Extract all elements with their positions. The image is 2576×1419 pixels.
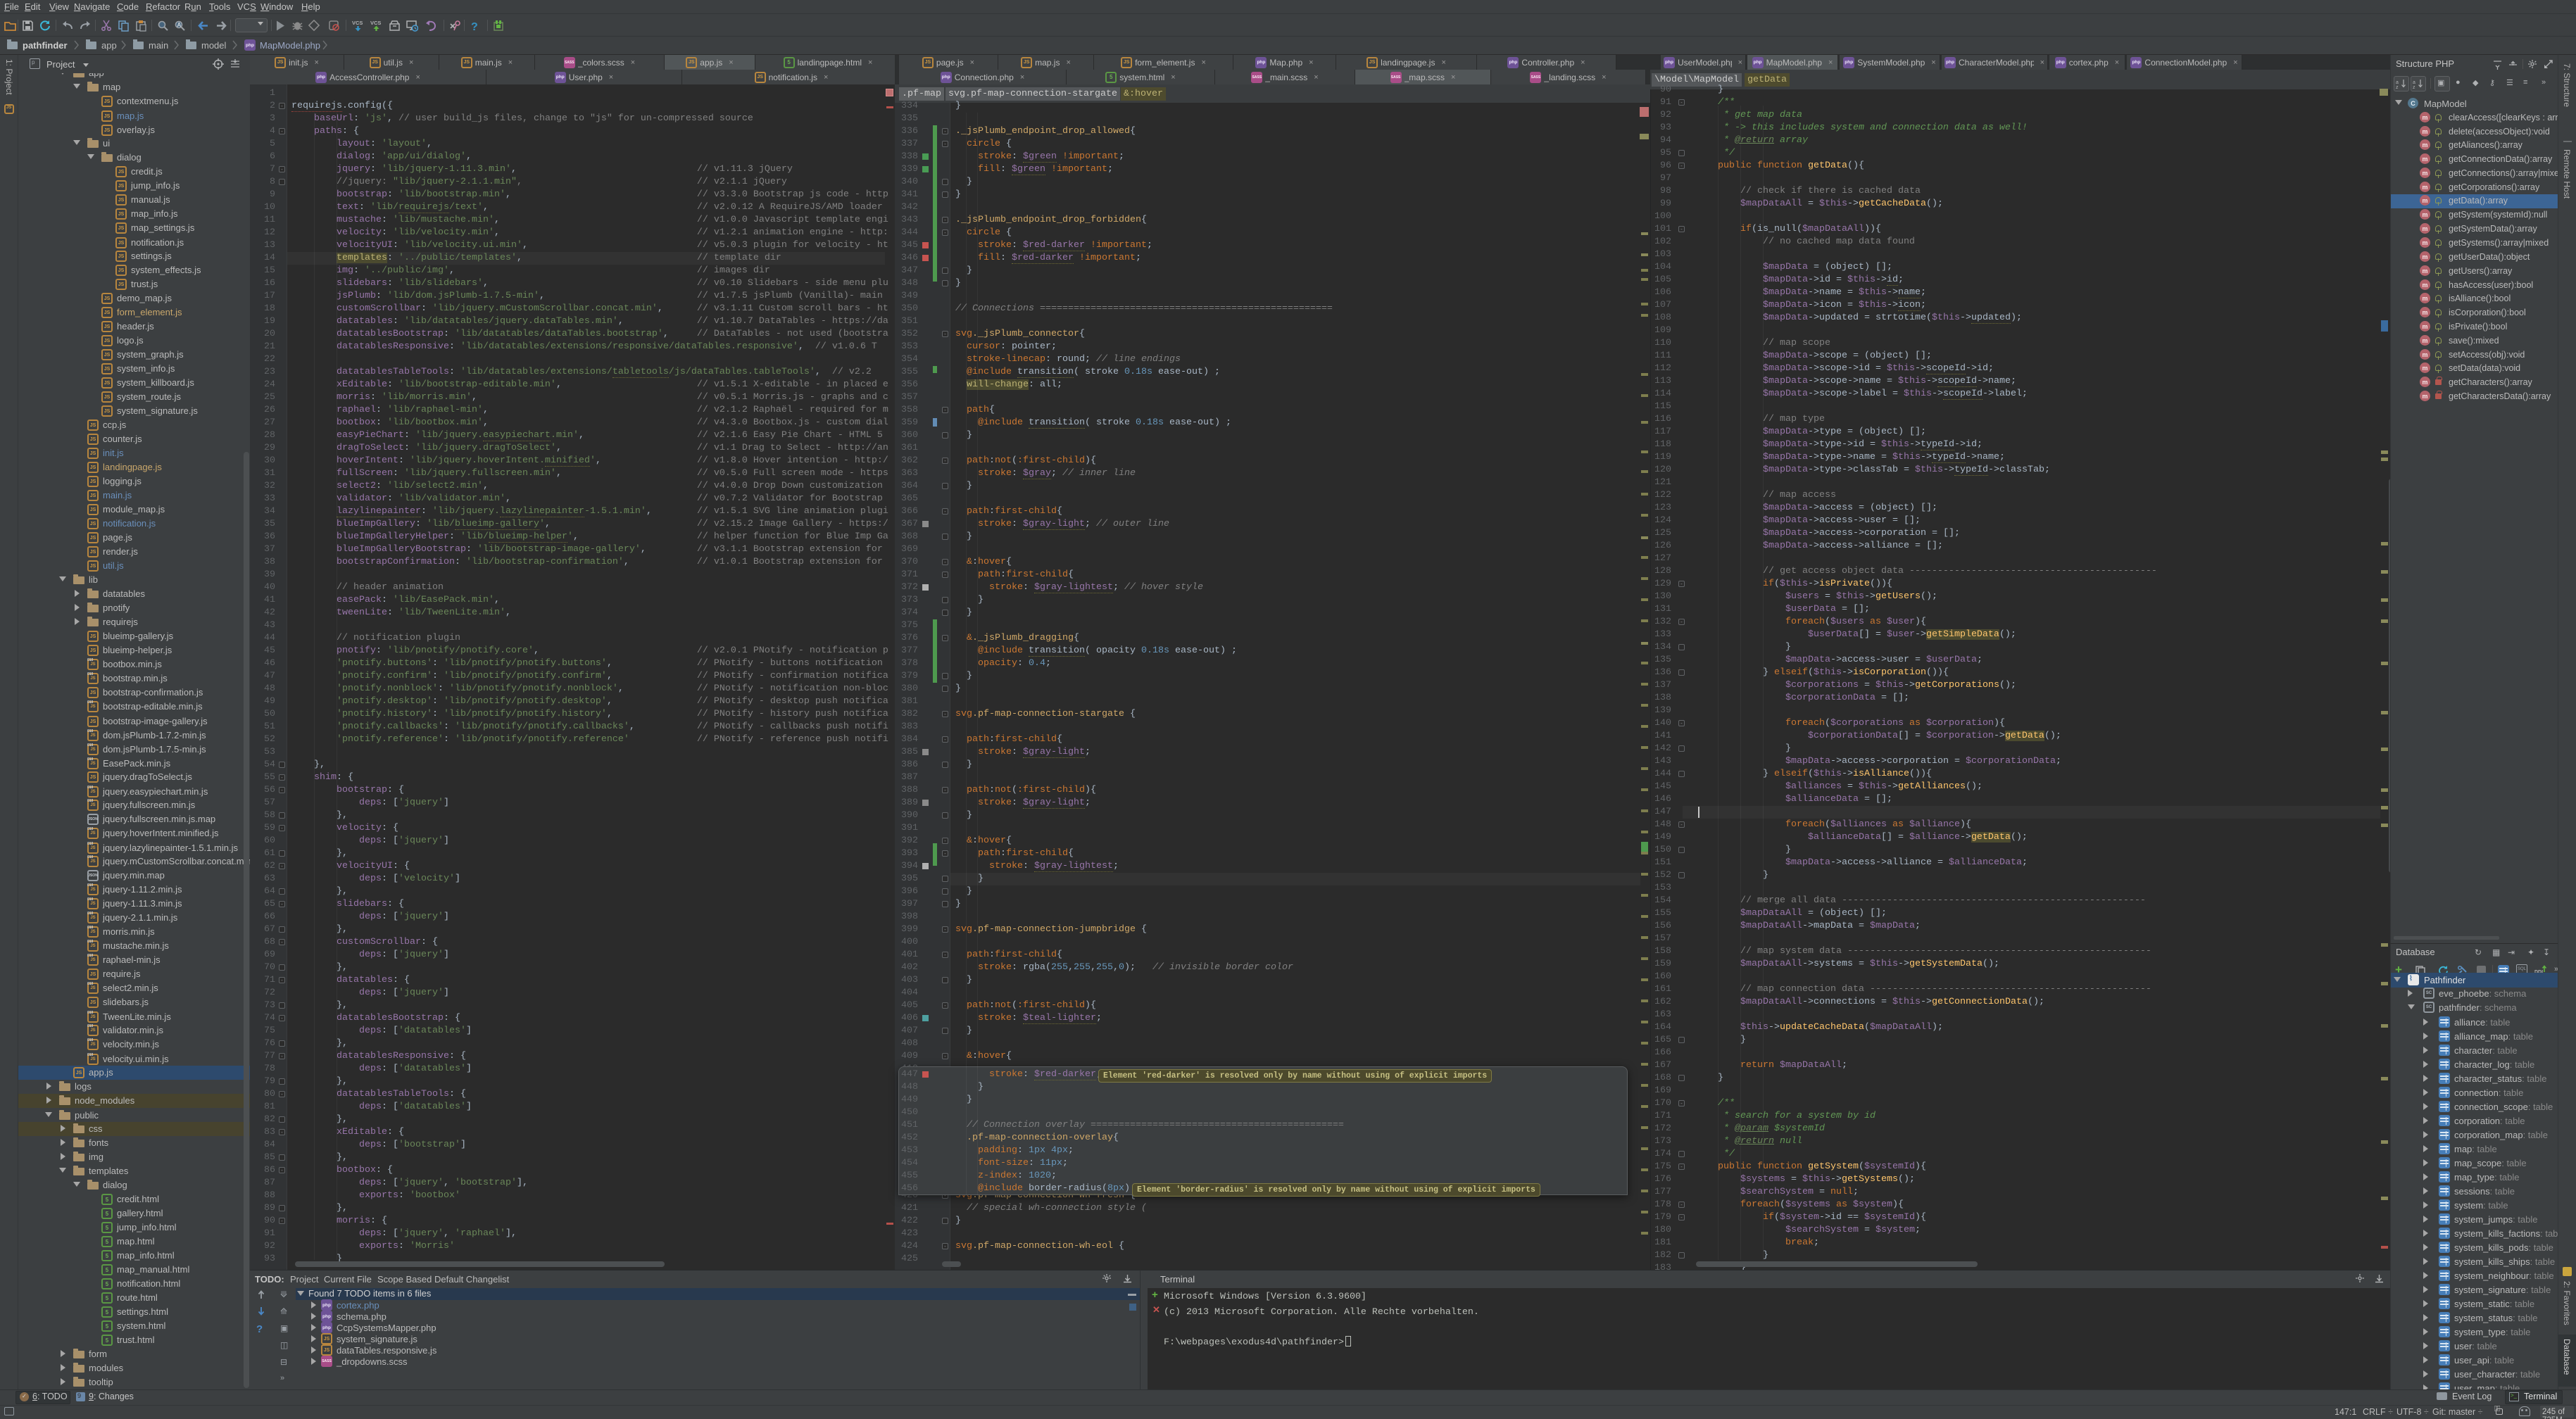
svg-text:a: a bbox=[2396, 80, 2399, 85]
svg-text:a: a bbox=[2413, 80, 2415, 85]
svg-text:VCS: VCS bbox=[352, 20, 363, 26]
svg-text:A: A bbox=[177, 22, 182, 28]
svg-text:z: z bbox=[2396, 85, 2399, 89]
svg-text:VCS: VCS bbox=[370, 20, 381, 26]
svg-text:z: z bbox=[2413, 85, 2415, 89]
svg-text:?: ? bbox=[471, 21, 478, 32]
